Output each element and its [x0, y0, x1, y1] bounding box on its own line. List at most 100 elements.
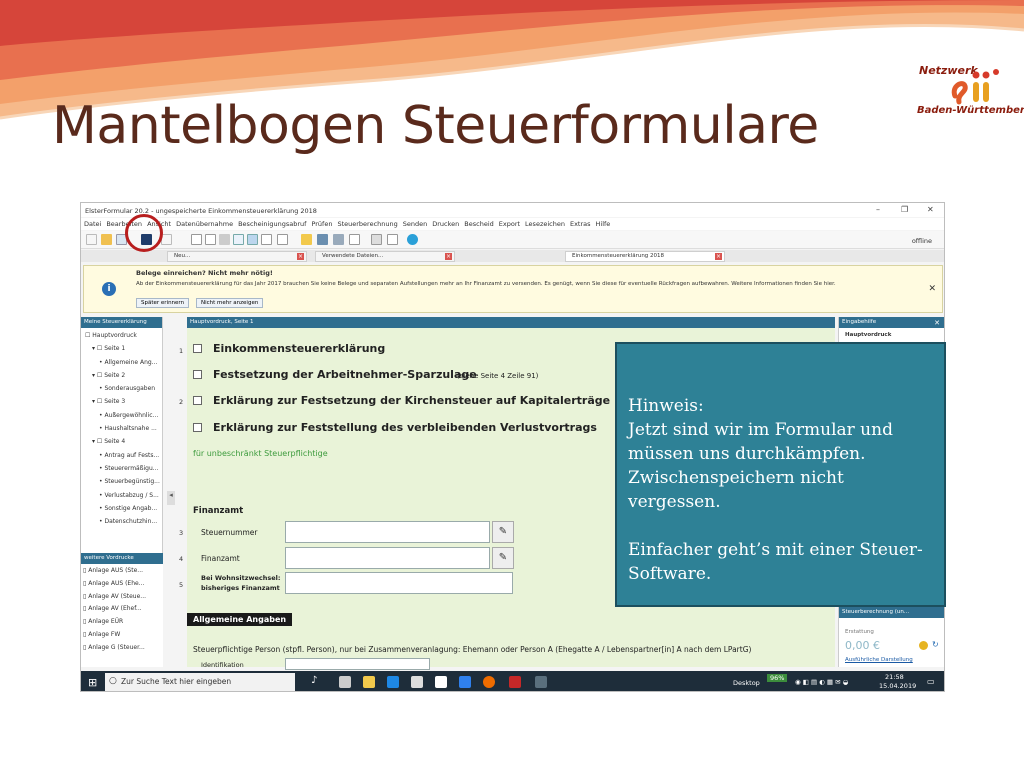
- tree-item[interactable]: • Steuerermäßigu...: [83, 462, 160, 475]
- tree-item[interactable]: ▾ ☐ Seite 2: [83, 369, 160, 382]
- calculator-icon[interactable]: [317, 234, 328, 245]
- menu-item[interactable]: Datei: [84, 220, 101, 228]
- taskbar-search-input[interactable]: ○ Zur Suche Text hier eingeben: [105, 673, 295, 691]
- layout-icon[interactable]: [247, 234, 258, 245]
- form-line-2: Festsetzung der Arbeitnehmer-Sparzulage: [213, 368, 477, 381]
- remind-later-button[interactable]: Später erinnern: [136, 298, 190, 308]
- menu-item[interactable]: Lesezeichen: [525, 220, 565, 228]
- line-number: 1: [179, 347, 184, 355]
- tree-item[interactable]: • Steuerbegünstig...: [83, 475, 160, 488]
- windows-start-icon[interactable]: ⊞: [88, 676, 97, 689]
- menu-item[interactable]: Hilfe: [596, 220, 611, 228]
- menu-item[interactable]: Bescheid: [464, 220, 493, 228]
- info-icon: i: [102, 282, 116, 296]
- tree-item[interactable]: ☐ Hauptvordruck: [83, 329, 160, 342]
- view-icon[interactable]: [233, 234, 244, 245]
- page-icon[interactable]: [191, 234, 202, 245]
- tab-close-icon[interactable]: ×: [715, 253, 722, 260]
- additional-form-item[interactable]: ▯ Anlage AV (Steue...: [83, 591, 161, 604]
- collapse-panel-icon[interactable]: ◂: [167, 491, 175, 505]
- preview-icon[interactable]: [261, 234, 272, 245]
- checkbox-sparzulage[interactable]: [193, 370, 202, 379]
- additional-form-item[interactable]: ▯ Anlage FW: [83, 629, 161, 642]
- tab-close-icon[interactable]: ×: [297, 253, 304, 260]
- menu-item[interactable]: Export: [499, 220, 520, 228]
- menu-item[interactable]: Bescheinigungsabruf: [238, 220, 306, 228]
- send-icon[interactable]: [333, 234, 344, 245]
- tree-item[interactable]: ▾ ☐ Seite 4: [83, 435, 160, 448]
- panel-close-icon[interactable]: ✕: [934, 319, 940, 327]
- details-link[interactable]: Ausführliche Darstellung: [845, 657, 913, 663]
- calc-header: Steuerberechnung (un...: [839, 607, 944, 618]
- additional-form-item[interactable]: ▯ Anlage AV (Ehef...: [83, 603, 161, 616]
- export-icon[interactable]: [387, 234, 398, 245]
- paste-icon[interactable]: [219, 234, 230, 245]
- notifications-icon[interactable]: ▭: [927, 677, 935, 686]
- tab-income-tax-2018[interactable]: Einkommensteuererklärung 2018 ×: [565, 251, 725, 262]
- tab-new[interactable]: Neu... ×: [167, 251, 307, 262]
- mail-icon[interactable]: [349, 234, 360, 245]
- bisheriges-finanzamt-field[interactable]: [285, 572, 513, 594]
- tree-item-label: Antrag auf Fests...: [104, 451, 160, 459]
- finanzamt-field[interactable]: [285, 547, 490, 569]
- tree-item[interactable]: • Verlustabzug / S...: [83, 489, 160, 502]
- desktop-label[interactable]: Desktop: [733, 679, 760, 687]
- identification-field[interactable]: [285, 658, 430, 670]
- copy-icon[interactable]: [205, 234, 216, 245]
- menu-item[interactable]: Steuerberechnung: [337, 220, 397, 228]
- open-folder-icon[interactable]: [101, 234, 112, 245]
- tab-used-files[interactable]: Verwendete Dateien... ×: [315, 251, 455, 262]
- refresh-icon[interactable]: ↻: [932, 640, 939, 649]
- checkbox-verlustvortrag[interactable]: [193, 423, 202, 432]
- check-icon[interactable]: [301, 234, 312, 245]
- checkbox-kirchensteuer[interactable]: [193, 396, 202, 405]
- menu-item[interactable]: Datenübernahme: [176, 220, 233, 228]
- menu-item[interactable]: Drucken: [432, 220, 459, 228]
- update-icon[interactable]: [407, 234, 418, 245]
- tree-item[interactable]: • Sonderausgaben: [83, 382, 160, 395]
- hint-line: Zwischenspeichern nicht vergessen.: [628, 468, 844, 512]
- edit-pencil-icon[interactable]: ✎: [492, 521, 514, 543]
- tree-item[interactable]: • Datenschutzhin...: [83, 515, 160, 528]
- tray-icons[interactable]: ◉ ◧ ▤ ◐ ▦ ✉ ◒: [795, 678, 848, 686]
- zoom-icon[interactable]: [277, 234, 288, 245]
- close-icon[interactable]: ✕: [927, 205, 934, 214]
- store-icon[interactable]: [411, 676, 423, 688]
- tree-item[interactable]: • Antrag auf Fests...: [83, 449, 160, 462]
- minimize-icon[interactable]: –: [876, 205, 880, 214]
- tree-item[interactable]: ▾ ☐ Seite 1: [83, 342, 160, 355]
- microphone-icon[interactable]: ♪: [311, 675, 317, 686]
- additional-form-item[interactable]: ▯ Anlage AUS (Ste...: [83, 565, 161, 578]
- tree-item[interactable]: • Allgemeine Ang...: [83, 356, 160, 369]
- new-document-icon[interactable]: [86, 234, 97, 245]
- checkbox-einkommensteuer[interactable]: [193, 344, 202, 353]
- menu-item[interactable]: Senden: [403, 220, 428, 228]
- notice-close-icon[interactable]: ✕: [928, 284, 936, 294]
- tree-item[interactable]: ▾ ☐ Seite 3: [83, 395, 160, 408]
- outlook-icon[interactable]: [459, 676, 471, 688]
- additional-form-item[interactable]: ▯ Anlage EÜR: [83, 616, 161, 629]
- firefox-icon[interactable]: [483, 676, 495, 688]
- elster-icon[interactable]: [535, 676, 547, 688]
- tab-label: Neu...: [174, 253, 191, 259]
- tab-close-icon[interactable]: ×: [445, 253, 452, 260]
- menu-item[interactable]: Prüfen: [311, 220, 332, 228]
- additional-form-item[interactable]: ▯ Anlage AUS (Ehe...: [83, 578, 161, 591]
- maximize-icon[interactable]: ❐: [901, 205, 908, 214]
- dont-show-again-button[interactable]: Nicht mehr anzeigen: [196, 298, 264, 308]
- steuernummer-field[interactable]: [285, 521, 490, 543]
- save-highlight-circle: [125, 214, 163, 252]
- menu-item[interactable]: Extras: [570, 220, 591, 228]
- mail-app-icon[interactable]: [435, 676, 447, 688]
- explorer-icon[interactable]: [363, 676, 375, 688]
- task-view-icon[interactable]: [339, 676, 351, 688]
- tree-item[interactable]: • Haushaltsnahe ...: [83, 422, 160, 435]
- tree-item[interactable]: • Außergewöhnlic...: [83, 409, 160, 422]
- tree-item[interactable]: • Sonstige Angab...: [83, 502, 160, 515]
- additional-form-item[interactable]: ▯ Anlage G (Steuer...: [83, 642, 161, 655]
- edge-icon[interactable]: [387, 676, 399, 688]
- powerpoint-icon[interactable]: [509, 676, 521, 688]
- toolbar: offline: [81, 231, 944, 249]
- print-icon[interactable]: [371, 234, 382, 245]
- edit-pencil-icon[interactable]: ✎: [492, 547, 514, 569]
